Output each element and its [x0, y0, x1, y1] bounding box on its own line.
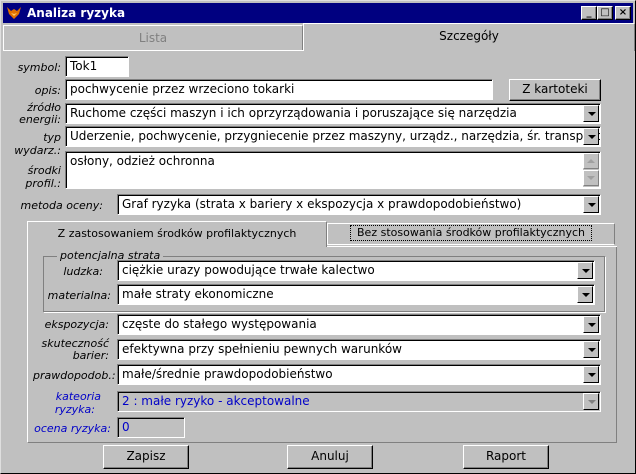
- materialna-value: małe straty ekonomiczne: [122, 287, 274, 301]
- chevron-down-icon[interactable]: [583, 341, 599, 358]
- prawdopodob-label: prawdopodob.:: [33, 369, 116, 382]
- maximize-button[interactable]: □: [597, 6, 613, 20]
- ocena-ryzyka-value: 0: [117, 417, 185, 438]
- zrodlo-energii-select[interactable]: Ruchome części maszyn i ich oprzyrządowa…: [65, 103, 601, 124]
- skutecznosc-barier-value: efektywna przy spełnieniu pewnych warunk…: [122, 342, 402, 356]
- ocena-ryzyka-label: ocena ryzyka:: [34, 422, 111, 435]
- maximize-icon: □: [600, 7, 610, 18]
- subtab-bez-stosowania[interactable]: Bez stosowania środków profilaktycznych: [327, 223, 615, 245]
- chevron-down-icon[interactable]: [583, 316, 599, 333]
- kategoria-ryzyka-value: 2 : małe ryzyko - akceptowalne: [122, 394, 310, 408]
- opis-input[interactable]: pochwycenie przez wrzeciono tokarki: [65, 79, 493, 100]
- prawdopodobienstwo-value: małe/średnie prawdopodobieństwo: [122, 367, 333, 381]
- srodki-scrollbar[interactable]: [583, 153, 599, 187]
- chevron-down-icon[interactable]: [577, 286, 593, 303]
- opis-label: opis:: [34, 84, 61, 97]
- skutecznosc-label-line2: barier:: [72, 349, 109, 362]
- symbol-input[interactable]: Tok1: [65, 56, 129, 77]
- ekspozycja-value: częste do stałego występowania: [122, 317, 317, 331]
- skutecznosc-label-line1: skuteczność: [41, 337, 109, 350]
- window-title: Analiza ryzyka: [27, 6, 126, 20]
- srodki-profilaktyczne-value: osłony, odzież ochronna: [70, 154, 215, 168]
- prawdopodobienstwo-select[interactable]: małe/średnie prawdopodobieństwo: [117, 364, 601, 385]
- ludzka-label: ludzka:: [63, 265, 103, 278]
- symbol-label: symbol:: [17, 61, 61, 74]
- zrodlo-energii-value: Ruchome części maszyn i ich oprzyrządowa…: [70, 106, 517, 120]
- chevron-down-icon: [583, 393, 599, 410]
- ekspozycja-label: ekspozycja:: [44, 318, 109, 331]
- metoda-oceny-value: Graf ryzyka (strata x bariery x ekspozyc…: [122, 197, 522, 211]
- materialna-label: materialna:: [47, 289, 111, 302]
- application-window: Analiza ryzyka _ □ × Lista Szczegóły sym…: [0, 0, 636, 474]
- fox-app-icon: [7, 7, 21, 19]
- srodki-profilaktyczne-textarea[interactable]: osłony, odzież ochronna: [65, 151, 601, 189]
- zrodlo-label-line1: źródło: [27, 101, 61, 114]
- metoda-label: metoda oceny:: [20, 199, 103, 212]
- title-bar[interactable]: Analiza ryzyka _ □ ×: [3, 3, 633, 23]
- z-kartoteki-button[interactable]: Z kartoteki: [509, 79, 601, 101]
- scroll-up-icon[interactable]: [583, 153, 599, 169]
- subtab-divider: [327, 246, 617, 247]
- chevron-down-icon[interactable]: [583, 105, 599, 122]
- minimize-button[interactable]: _: [581, 6, 597, 20]
- tab-divider: [3, 50, 303, 51]
- zapisz-button[interactable]: Zapisz: [103, 445, 189, 469]
- skutecznosc-barier-select[interactable]: efektywna przy spełnieniu pewnych warunk…: [117, 339, 601, 360]
- kategoria-label-line1: kateoria: [55, 390, 101, 403]
- metoda-oceny-select[interactable]: Graf ryzyka (strata x bariery x ekspozyc…: [117, 194, 601, 215]
- subtab-bez-label: Bez stosowania środków profilaktycznych: [350, 225, 592, 241]
- chevron-down-icon[interactable]: [583, 366, 599, 383]
- chevron-down-icon[interactable]: [583, 128, 599, 145]
- srodki-label-line2: profil.:: [25, 177, 61, 190]
- srodki-label-line1: środki: [27, 164, 61, 177]
- subtab-z-zastosowaniem[interactable]: Z zastosowaniem środków profilaktycznych: [27, 221, 327, 247]
- scroll-down-icon[interactable]: [583, 170, 599, 186]
- chevron-down-icon[interactable]: [583, 196, 599, 213]
- raport-button[interactable]: Raport: [463, 445, 549, 469]
- anuluj-button[interactable]: Anuluj: [287, 445, 373, 469]
- kategoria-label-line2: ryzyka:: [54, 403, 95, 416]
- close-icon: ×: [618, 7, 628, 18]
- materialna-select[interactable]: małe straty ekonomiczne: [117, 284, 595, 305]
- chevron-down-icon[interactable]: [577, 262, 593, 279]
- typ-wydarzenia-select[interactable]: Uderzenie, pochwycenie, przygniecenie pr…: [65, 126, 601, 147]
- kategoria-ryzyka-select: 2 : małe ryzyko - akceptowalne: [117, 391, 601, 412]
- ludzka-value: ciężkie urazy powodujące trwałe kalectwo: [122, 263, 375, 277]
- tab-szczegoly[interactable]: Szczegóły: [303, 23, 635, 51]
- tab-lista[interactable]: Lista: [3, 25, 303, 51]
- typ-wydarzenia-value: Uderzenie, pochwycenie, przygniecenie pr…: [70, 129, 601, 143]
- minimize-icon: _: [586, 7, 592, 18]
- ekspozycja-select[interactable]: częste do stałego występowania: [117, 314, 601, 335]
- zrodlo-label-line2: energii:: [19, 113, 61, 126]
- ludzka-select[interactable]: ciężkie urazy powodujące trwałe kalectwo: [117, 260, 595, 281]
- typ-label-line1: typ: [43, 131, 61, 144]
- typ-label-line2: wydarz.:: [14, 144, 61, 157]
- close-button[interactable]: ×: [615, 6, 631, 20]
